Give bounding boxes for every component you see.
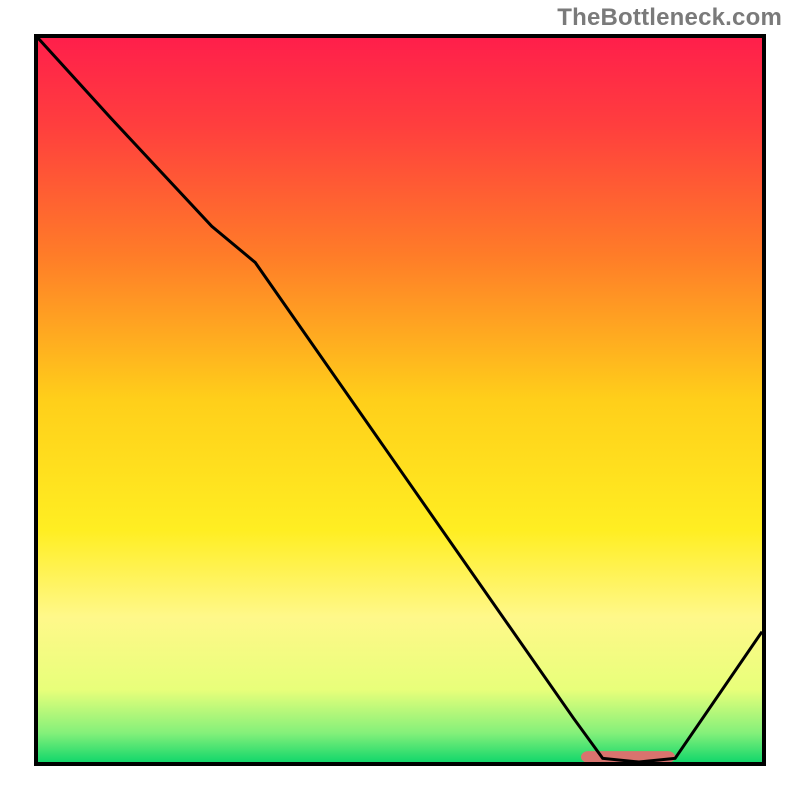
watermark-text: TheBottleneck.com [557, 4, 782, 32]
background-gradient [38, 38, 762, 762]
chart-frame: TheBottleneck.com [0, 0, 800, 800]
chart-svg [38, 38, 762, 762]
chart-plot-area [34, 34, 766, 766]
